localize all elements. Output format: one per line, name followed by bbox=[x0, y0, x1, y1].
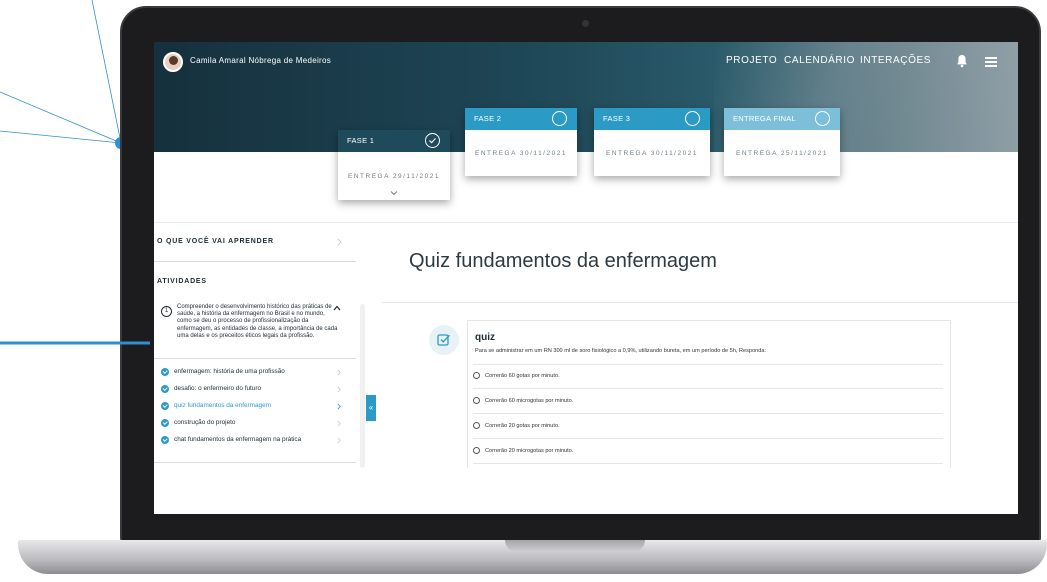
sidebar-item-label: quiz fundamentos da enfermagem bbox=[174, 402, 271, 409]
empty-circle-icon bbox=[685, 111, 700, 126]
chevron-right-icon bbox=[337, 403, 341, 410]
sidebar-item-label: enfermagem: história de uma profissão bbox=[174, 368, 285, 375]
quiz-option[interactable]: Correrão 60 gotas por minuto. bbox=[473, 365, 943, 389]
phase-title: FASE 2 bbox=[474, 114, 502, 123]
title-divider bbox=[382, 302, 1018, 303]
activities-section-title: ATIVIDADES bbox=[157, 278, 207, 285]
hamburger-menu-icon[interactable] bbox=[985, 57, 997, 67]
phase-title: ENTREGA FINAL bbox=[733, 114, 797, 123]
quiz-option[interactable]: Correrão 60 microgotas por minuto. bbox=[473, 390, 943, 414]
nav-interacoes[interactable]: INTERAÇÕES bbox=[860, 55, 931, 66]
avatar[interactable] bbox=[163, 52, 183, 72]
sidebar-divider bbox=[154, 462, 356, 463]
phase-date: ENTREGA 29/11/2021 bbox=[348, 173, 440, 180]
sidebar-item-label: construção do projeto bbox=[174, 419, 236, 426]
learn-section-title[interactable]: O QUE VOCÊ VAI APRENDER bbox=[157, 238, 274, 245]
sidebar-item-label: chat fundamentos da enfermagem na prátic… bbox=[174, 436, 302, 443]
sidebar-divider bbox=[154, 261, 356, 262]
phase-card-1[interactable]: FASE 1 ENTREGA 29/11/2021 bbox=[338, 130, 450, 200]
camera-dot bbox=[582, 20, 589, 27]
check-circle-icon bbox=[161, 402, 169, 410]
sidebar-scrollbar[interactable] bbox=[360, 304, 365, 468]
phase-header: ENTREGA FINAL bbox=[724, 108, 840, 130]
phase-title: FASE 1 bbox=[347, 136, 375, 145]
nav-calendario[interactable]: CALENDÁRIO bbox=[784, 55, 855, 66]
content-divider bbox=[154, 222, 1018, 223]
phase-header: FASE 2 bbox=[465, 108, 577, 130]
chevron-down-icon[interactable] bbox=[390, 190, 398, 196]
radio-button[interactable] bbox=[473, 447, 480, 454]
chevron-right-icon bbox=[337, 369, 341, 376]
app-screen: Camila Amaral Nóbrega de Medeiros PROJET… bbox=[154, 42, 1018, 514]
phase-card-final[interactable]: ENTREGA FINAL ENTREGA 25/11/2021 bbox=[724, 108, 840, 176]
chevron-right-icon[interactable] bbox=[337, 238, 342, 246]
activity-number-icon: 1 bbox=[161, 306, 172, 317]
chevron-right-icon bbox=[337, 437, 341, 444]
stage: Camila Amaral Nóbrega de Medeiros PROJET… bbox=[0, 0, 1047, 582]
phase-title: FASE 3 bbox=[603, 114, 631, 123]
radio-button[interactable] bbox=[473, 372, 480, 379]
option-text: Correrão 60 microgotas por minuto. bbox=[485, 398, 574, 404]
option-text: Correrão 60 gotas por minuto. bbox=[485, 373, 560, 379]
phase-date: ENTREGA 30/11/2021 bbox=[475, 150, 567, 157]
phase-header: FASE 3 bbox=[594, 108, 710, 130]
quiz-label: quiz bbox=[475, 332, 495, 343]
phase-date: ENTREGA 25/11/2021 bbox=[736, 150, 828, 157]
checkbox-icon bbox=[437, 334, 451, 346]
radio-button[interactable] bbox=[473, 397, 480, 404]
user-name[interactable]: Camila Amaral Nóbrega de Medeiros bbox=[190, 56, 331, 65]
phase-date: ENTREGA 30/11/2021 bbox=[606, 150, 698, 157]
chevron-up-icon[interactable] bbox=[333, 305, 341, 311]
quiz-option[interactable]: Correrão 20 microgotas por minuto. bbox=[473, 440, 943, 464]
check-circle-icon bbox=[161, 419, 169, 427]
phase-card-3[interactable]: FASE 3 ENTREGA 30/11/2021 bbox=[594, 108, 710, 176]
quiz-icon-badge bbox=[429, 325, 459, 355]
page-title: Quiz fundamentos da enfermagem bbox=[409, 250, 717, 272]
phase-header: FASE 1 bbox=[338, 130, 450, 152]
option-text: Correrão 20 microgotas por minuto. bbox=[485, 448, 574, 454]
collapse-sidebar-button[interactable]: « bbox=[366, 395, 376, 421]
chevron-right-icon bbox=[337, 420, 341, 427]
option-text: Correrão 20 gotas por minuto. bbox=[485, 423, 560, 429]
sidebar-divider bbox=[154, 358, 356, 359]
quiz-option[interactable]: Correrão 20 gotas por minuto. bbox=[473, 415, 943, 439]
phase-card-2[interactable]: FASE 2 ENTREGA 30/11/2021 bbox=[465, 108, 577, 176]
laptop-notch bbox=[505, 540, 645, 552]
top-bar: Camila Amaral Nóbrega de Medeiros PROJET… bbox=[154, 42, 1018, 82]
sidebar-item-label: desafio: o enfermeiro do futuro bbox=[174, 385, 262, 392]
check-circle-icon bbox=[161, 385, 169, 393]
radio-button[interactable] bbox=[473, 422, 480, 429]
bottom-blank-area bbox=[154, 468, 1018, 514]
check-circle-icon bbox=[161, 436, 169, 444]
check-circle-icon bbox=[161, 368, 169, 376]
activity-description: Compreender o desenvolvimento histórico … bbox=[177, 304, 338, 339]
empty-circle-icon bbox=[552, 111, 567, 126]
bell-icon[interactable] bbox=[956, 54, 968, 68]
check-circle-icon bbox=[425, 133, 440, 148]
chevron-right-icon bbox=[337, 386, 341, 393]
quiz-question: Para se administrar em um RN 300 ml de s… bbox=[475, 348, 767, 354]
nav-projeto[interactable]: PROJETO bbox=[726, 55, 777, 66]
empty-circle-icon bbox=[815, 111, 830, 126]
